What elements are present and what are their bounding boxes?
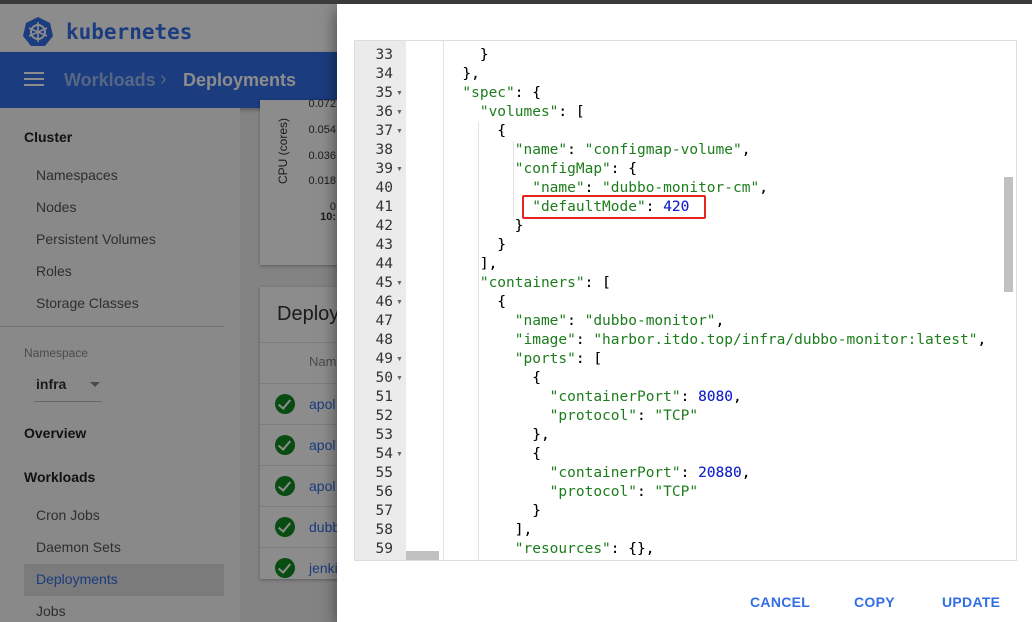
cancel-button[interactable]: CANCEL	[750, 594, 810, 610]
line-number: 50	[375, 370, 393, 386]
line-number: 52	[375, 408, 393, 424]
horizontal-scrollbar[interactable]	[406, 551, 439, 560]
code-line: "containerPort": 20880,	[410, 465, 751, 481]
line-number: 46	[375, 294, 393, 310]
line-number: 58	[375, 522, 393, 538]
code-line: "configMap": {	[410, 161, 637, 177]
fold-toggle-icon[interactable]: ▼	[396, 274, 403, 293]
code-line: "protocol": "TCP"	[410, 408, 699, 424]
code-line: "ports": [	[410, 351, 603, 367]
fold-toggle-icon[interactable]: ▼	[396, 369, 403, 388]
code-line: },	[410, 427, 550, 443]
code-line: "name": "dubbo-monitor",	[410, 313, 725, 329]
vertical-scrollbar[interactable]	[1004, 177, 1013, 292]
line-number-gutter: 33 34 35 ▼ 36 ▼ 37 ▼ 38 39 ▼ 40 41 42 43 44 45 ▼ 46 ▼ 47 48 49…	[355, 41, 406, 560]
fold-toggle-icon[interactable]: ▼	[396, 122, 403, 141]
code-line: "image": "harbor.itdo.top/infra/dubbo-mo…	[410, 332, 987, 348]
line-number: 37	[375, 123, 393, 139]
code-line: {	[410, 370, 541, 386]
line-number: 47	[375, 313, 393, 329]
code-line: "containerPort": 8080,	[410, 389, 742, 405]
fold-toggle-icon[interactable]: ▼	[396, 160, 403, 179]
window-top-strip	[0, 0, 1032, 4]
code-line: }	[410, 218, 524, 234]
line-number: 36	[375, 104, 393, 120]
highlight-box	[522, 195, 706, 219]
line-number: 33	[375, 47, 393, 63]
code-line: {	[410, 123, 507, 139]
code-line: }	[410, 237, 507, 253]
line-number: 59	[375, 541, 393, 557]
code-line: {	[410, 446, 541, 462]
code-line: ],	[410, 256, 498, 272]
line-number: 40	[375, 180, 393, 196]
fold-toggle-icon[interactable]: ▼	[396, 84, 403, 103]
code-line: }	[410, 503, 541, 519]
code-line: "protocol": "TCP"	[410, 484, 699, 500]
code-line: },	[410, 66, 480, 82]
line-number: 44	[375, 256, 393, 272]
line-number: 43	[375, 237, 393, 253]
edit-resource-dialog: 33 34 35 ▼ 36 ▼ 37 ▼ 38 39 ▼ 40 41 42 43 44 45 ▼ 46 ▼ 47 48 49…	[337, 4, 1032, 622]
line-number: 41	[375, 199, 393, 215]
code-line: "name": "configmap-volume",	[410, 142, 751, 158]
update-button[interactable]: UPDATE	[942, 594, 1000, 610]
code-line: }	[410, 47, 489, 63]
line-number: 49	[375, 351, 393, 367]
line-number: 42	[375, 218, 393, 234]
fold-toggle-icon[interactable]: ▼	[396, 103, 403, 122]
line-number: 57	[375, 503, 393, 519]
code-line: ],	[410, 522, 533, 538]
line-number: 39	[375, 161, 393, 177]
line-number: 45	[375, 275, 393, 291]
line-number: 51	[375, 389, 393, 405]
code-line: {	[410, 294, 507, 310]
line-number: 56	[375, 484, 393, 500]
fold-toggle-icon[interactable]: ▼	[396, 293, 403, 312]
copy-button[interactable]: COPY	[854, 594, 895, 610]
fold-toggle-icon[interactable]: ▼	[396, 445, 403, 464]
code-line: "resources": {},	[410, 541, 655, 557]
code-line: "spec": {	[410, 85, 541, 101]
json-editor[interactable]: 33 34 35 ▼ 36 ▼ 37 ▼ 38 39 ▼ 40 41 42 43 44 45 ▼ 46 ▼ 47 48 49…	[354, 40, 1017, 561]
line-number: 38	[375, 142, 393, 158]
code-line: "containers": [	[410, 275, 611, 291]
line-number: 35	[375, 85, 393, 101]
code-line: "volumes": [	[410, 104, 585, 120]
line-number: 48	[375, 332, 393, 348]
line-number: 55	[375, 465, 393, 481]
line-number: 53	[375, 427, 393, 443]
line-number: 54	[375, 446, 393, 462]
fold-toggle-icon[interactable]: ▼	[396, 350, 403, 369]
line-number: 34	[375, 66, 393, 82]
